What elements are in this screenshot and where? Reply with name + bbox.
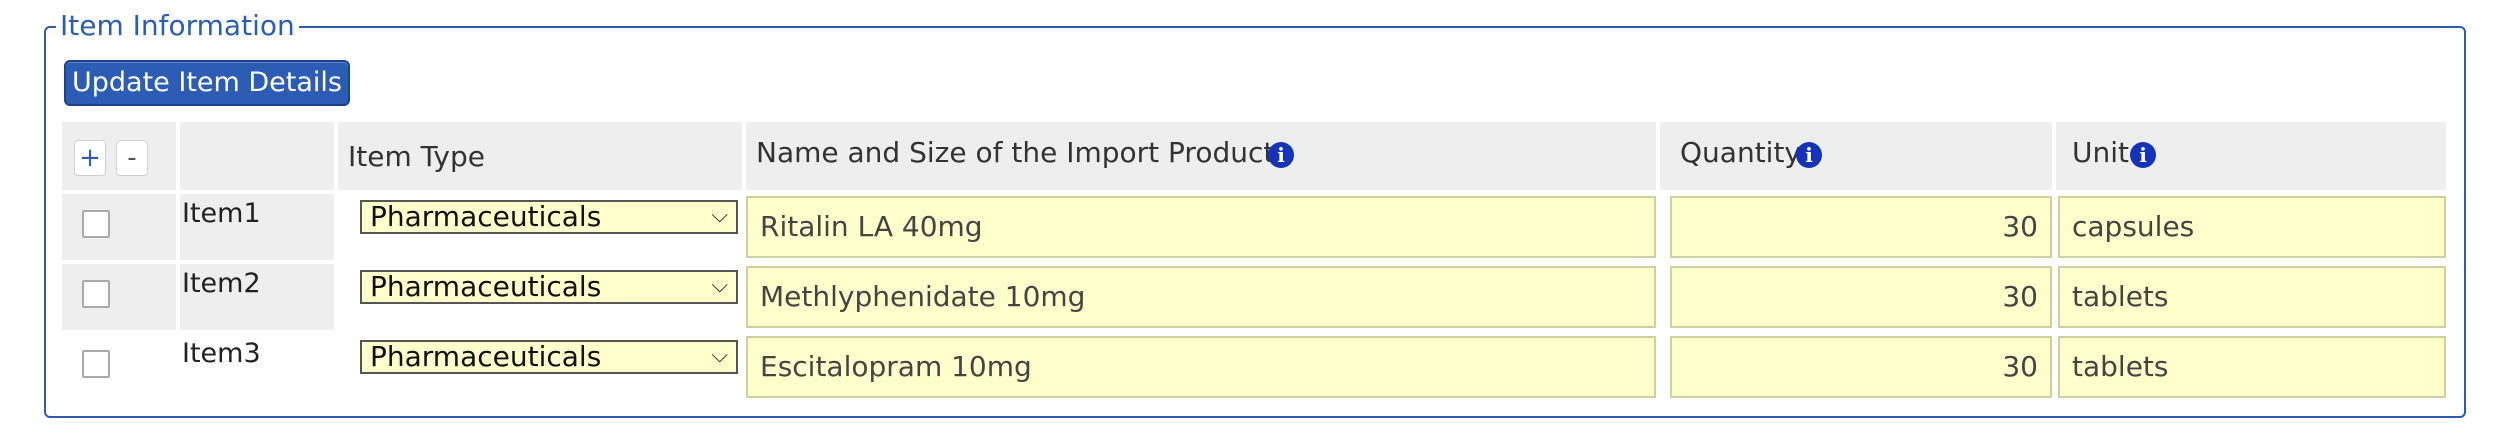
unit-input[interactable]: tablets [2058, 266, 2446, 328]
header-item-type: Item Type [348, 140, 485, 173]
table-row-bg [62, 194, 176, 260]
row-select-checkbox[interactable] [82, 210, 110, 238]
unit-input[interactable]: tablets [2058, 336, 2446, 398]
chevron-down-icon: ⌵ [711, 203, 728, 228]
header-quantity: Quantity [1680, 136, 1801, 169]
table-row-bg [62, 264, 176, 330]
remove-row-button[interactable]: - [116, 140, 148, 176]
header-unit: Unit [2072, 136, 2129, 169]
product-name-input[interactable]: Ritalin LA 40mg [746, 196, 1656, 258]
header-cell-label [180, 122, 334, 190]
quantity-input[interactable]: 30 [1670, 336, 2052, 398]
row-select-checkbox[interactable] [82, 280, 110, 308]
item-type-value: Pharmaceuticals [370, 270, 602, 303]
item-label: Item1 [182, 198, 261, 229]
quantity-input[interactable]: 30 [1670, 196, 2052, 258]
header-name-size: Name and Size of the Import Products [756, 136, 1289, 169]
quantity-input[interactable]: 30 [1670, 266, 2052, 328]
unit-input[interactable]: capsules [2058, 196, 2446, 258]
chevron-down-icon: ⌵ [711, 343, 728, 368]
row-select-checkbox[interactable] [82, 350, 110, 378]
item-label: Item3 [182, 338, 261, 369]
item-type-value: Pharmaceuticals [370, 340, 602, 373]
chevron-down-icon: ⌵ [711, 273, 728, 298]
item-type-value: Pharmaceuticals [370, 200, 602, 233]
update-item-details-button[interactable]: Update Item Details [64, 60, 350, 106]
item-type-select[interactable]: Pharmaceuticals ⌵ [360, 200, 738, 234]
item-type-select[interactable]: Pharmaceuticals ⌵ [360, 270, 738, 304]
product-name-input[interactable]: Methlyphenidate 10mg [746, 266, 1656, 328]
add-row-button[interactable]: + [74, 140, 106, 176]
item-type-select[interactable]: Pharmaceuticals ⌵ [360, 340, 738, 374]
fieldset-legend: Item Information [56, 8, 299, 44]
info-icon[interactable]: i [2130, 142, 2156, 168]
item-label: Item2 [182, 268, 261, 299]
product-name-input[interactable]: Escitalopram 10mg [746, 336, 1656, 398]
info-icon[interactable]: i [1796, 142, 1822, 168]
info-icon[interactable]: i [1268, 142, 1294, 168]
